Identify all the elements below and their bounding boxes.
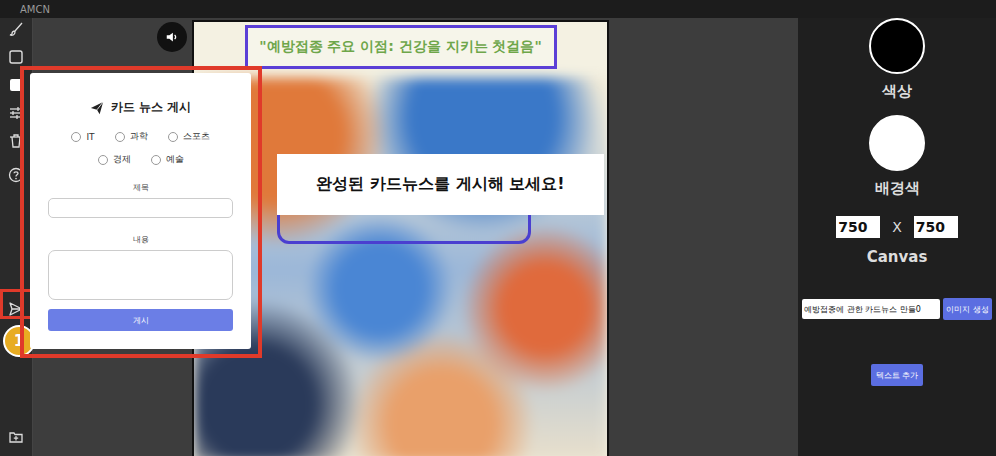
app: AMCN "예방접종 주요 이점: 건강을 지키는 첫걸음" 완성된 카드뉴스를… <box>0 0 996 456</box>
prompt-row: 예방접종에 관한 카드뉴스 만들0 이미지 생성 <box>802 298 992 320</box>
radio-circle <box>168 132 178 142</box>
post-panel: 카드 뉴스 게시 IT 과학 스포츠 경제 예술 제목 내용 게시 <box>30 73 251 349</box>
category-radio[interactable]: IT <box>71 130 94 143</box>
width-input[interactable]: 750 <box>836 216 880 238</box>
field-label: 제목 <box>133 182 149 193</box>
background-label: 배경색 <box>875 179 920 198</box>
radio-circle <box>151 155 161 165</box>
highlight-frame: 카드 뉴스 게시 IT 과학 스포츠 경제 예술 제목 내용 게시 <box>20 66 262 358</box>
rectangle-tool[interactable] <box>8 49 24 65</box>
panel-title: 카드 뉴스 게시 <box>90 99 191 116</box>
canvas-label: Canvas <box>867 248 928 266</box>
folder-plus-icon <box>8 429 24 445</box>
brush-icon <box>8 21 24 37</box>
radio-circle <box>98 155 108 165</box>
paper-plane-icon <box>90 101 104 115</box>
content-textarea[interactable] <box>48 250 233 300</box>
generated-image <box>194 78 607 456</box>
canvas[interactable]: "예방접종 주요 이점: 건강을 지키는 첫걸음" <box>192 20 609 456</box>
add-page-tool[interactable] <box>8 429 24 445</box>
hint-tooltip: 완성된 카드뉴스를 게시해 보세요! <box>277 154 604 215</box>
title-input[interactable] <box>48 198 233 218</box>
radio-circle <box>115 132 125 142</box>
square-outline-icon <box>8 49 24 65</box>
category-row: 경제 예술 <box>98 153 184 166</box>
category-radio[interactable]: 과학 <box>115 130 148 143</box>
field-label: 내용 <box>133 234 149 245</box>
background-swatch[interactable] <box>869 115 925 171</box>
canvas-size: 750 X 750 <box>836 216 958 238</box>
category-radio[interactable]: 스포츠 <box>168 130 210 143</box>
brush-tool[interactable] <box>8 21 24 37</box>
generate-image-button[interactable]: 이미지 생성 <box>943 298 992 320</box>
add-text-button[interactable]: 텍스트 추가 <box>871 364 924 386</box>
category-radio[interactable]: 예술 <box>151 153 184 166</box>
speaker-icon <box>165 30 179 44</box>
category-row: IT 과학 스포츠 <box>71 130 209 143</box>
radio-circle <box>71 132 81 142</box>
canvas-title[interactable]: "예방접종 주요 이점: 건강을 지키는 첫걸음" <box>245 25 557 69</box>
hint-text: 완성된 카드뉴스를 게시해 보세요! <box>316 174 564 195</box>
app-title: AMCN <box>20 4 50 15</box>
color-label: 색상 <box>882 82 912 101</box>
sound-button[interactable] <box>157 22 187 52</box>
toolbar <box>0 18 33 456</box>
canvas-title-text: "예방접종 주요 이점: 건강을 지키는 첫걸음" <box>259 38 542 56</box>
post-button[interactable]: 게시 <box>48 309 233 331</box>
height-input[interactable]: 750 <box>914 216 958 238</box>
color-swatch[interactable] <box>869 18 925 74</box>
properties-panel: 색상 배경색 750 X 750 Canvas 예방접종에 관한 카드뉴스 만들… <box>798 18 996 456</box>
category-radio[interactable]: 경제 <box>98 153 131 166</box>
prompt-input[interactable]: 예방접종에 관한 카드뉴스 만들0 <box>802 299 940 319</box>
title-bar: AMCN <box>0 0 996 18</box>
size-separator: X <box>892 219 902 235</box>
